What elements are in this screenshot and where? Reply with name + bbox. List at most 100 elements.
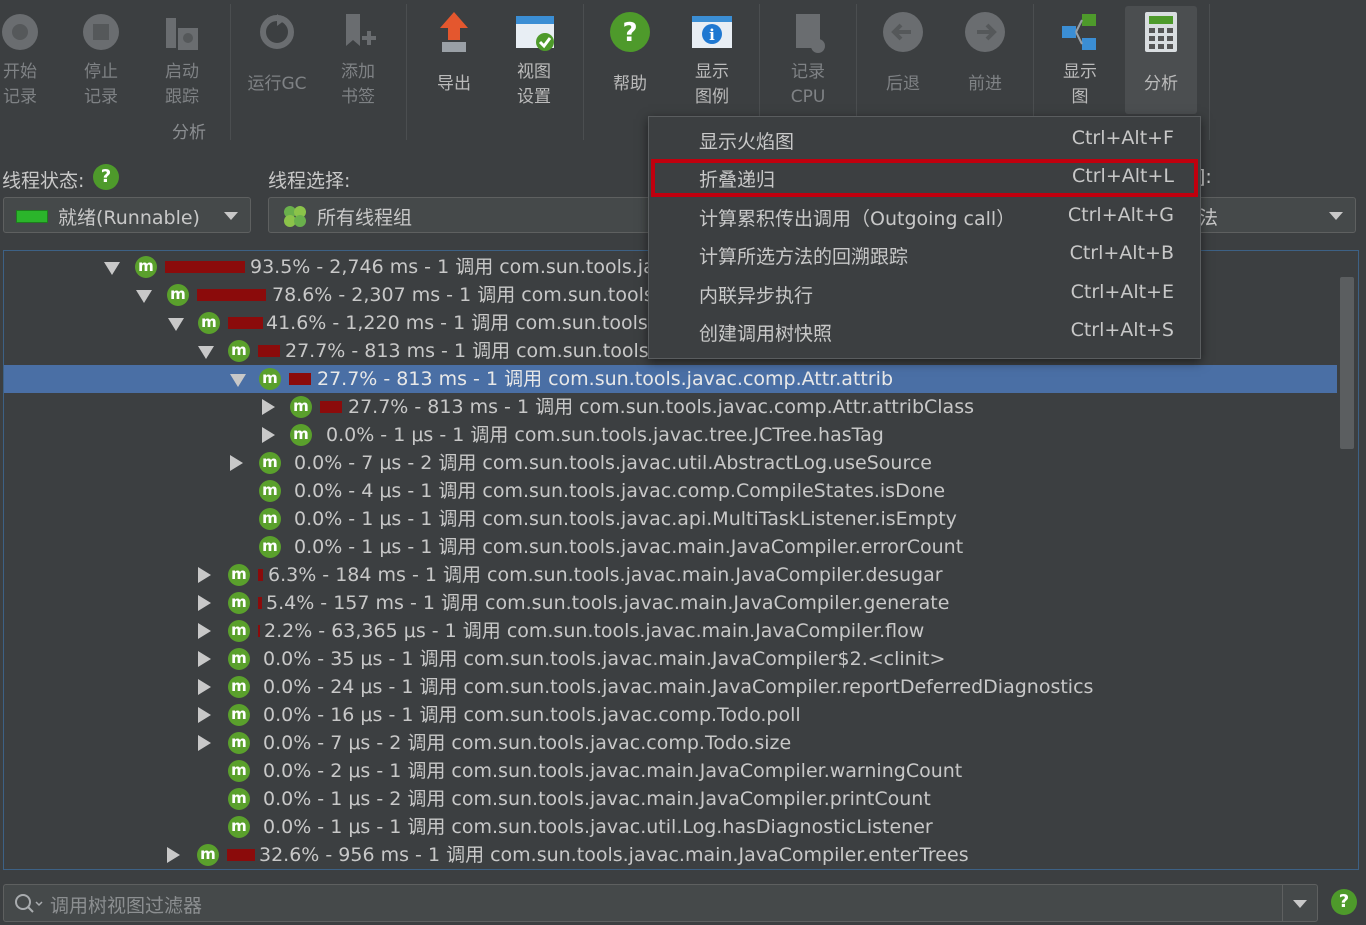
- collapse-arrow-icon[interactable]: [168, 318, 184, 331]
- menu-item-show-flame-graph[interactable]: 显示火焰图 Ctrl+Alt+F: [651, 121, 1198, 159]
- show-legend-button[interactable]: i 显示 图例: [686, 6, 738, 114]
- tree-row-label: 41.6% - 1,220 ms - 1 调用 com.sun.tools.j: [266, 312, 660, 334]
- thread-group-icon: [283, 205, 307, 227]
- time-percentage-bar: [258, 597, 262, 609]
- vertical-scrollbar[interactable]: [1340, 277, 1354, 449]
- method-icon: m: [228, 340, 250, 362]
- add-bookmark-button[interactable]: 添加 书签: [332, 6, 384, 114]
- thread-select-dropdown[interactable]: 所有线程组: [268, 197, 668, 233]
- tree-row[interactable]: m 27.7% - 813 ms - 1 调用 com.sun.tools.jav…: [4, 393, 1337, 421]
- record-stop-icon: [79, 10, 123, 54]
- menu-item-backtraces[interactable]: 计算所选方法的回溯跟踪 Ctrl+Alt+B: [651, 236, 1198, 274]
- tree-row[interactable]: m 0.0% - 2 μs - 1 调用 com.sun.tools.javac.…: [4, 757, 1337, 785]
- search-icon: [14, 893, 44, 915]
- help-icon[interactable]: ?: [1331, 889, 1357, 915]
- forward-button[interactable]: 前进: [958, 6, 1012, 114]
- tree-row[interactable]: m 0.0% - 16 μs - 1 调用 com.sun.tools.javac…: [4, 701, 1337, 729]
- analyze-button[interactable]: 分析: [1125, 6, 1197, 114]
- method-icon: m: [259, 508, 281, 530]
- method-icon: m: [197, 844, 219, 866]
- expand-arrow-icon[interactable]: [198, 567, 211, 583]
- time-percentage-bar: [320, 401, 342, 413]
- tree-row-label: 0.0% - 4 μs - 1 调用 com.sun.tools.javac.c…: [294, 480, 946, 502]
- tree-row[interactable]: m 0.0% - 1 μs - 1 调用 com.sun.tools.javac.…: [4, 421, 1337, 449]
- tree-row[interactable]: m 0.0% - 1 μs - 1 调用 com.sun.tools.javac.…: [4, 813, 1337, 841]
- time-percentage-bar: [227, 849, 255, 861]
- tree-row[interactable]: m 32.6% - 956 ms - 1 调用 com.sun.tools.jav…: [4, 841, 1337, 869]
- toolbar-separator: [230, 4, 231, 140]
- aggregation-select[interactable]: 法: [1190, 197, 1356, 233]
- collapse-arrow-icon[interactable]: [136, 290, 152, 303]
- expand-arrow-icon[interactable]: [262, 427, 275, 443]
- collapse-arrow-icon[interactable]: [230, 374, 246, 387]
- svg-text:?: ?: [622, 18, 637, 48]
- tree-row[interactable]: m 0.0% - 1 μs - 2 调用 com.sun.tools.javac.…: [4, 785, 1337, 813]
- tree-row[interactable]: m 27.7% - 813 ms - 1 调用 com.sun.tools.jav…: [4, 365, 1337, 393]
- export-icon: [432, 10, 476, 54]
- tree-row-label: 0.0% - 7 μs - 2 调用 com.sun.tools.javac.u…: [294, 452, 932, 474]
- help-icon: ?: [608, 10, 652, 54]
- tree-row[interactable]: m 0.0% - 24 μs - 1 调用 com.sun.tools.javac…: [4, 673, 1337, 701]
- time-percentage-bar: [228, 317, 263, 329]
- tree-row-label: 0.0% - 1 μs - 1 调用 com.sun.tools.javac.a…: [294, 508, 957, 530]
- expand-arrow-icon[interactable]: [198, 707, 211, 723]
- menu-item-collapse-recursion[interactable]: 折叠递归 Ctrl+Alt+L: [651, 159, 1198, 197]
- method-icon: m: [290, 396, 312, 418]
- start-tracking-button[interactable]: 启动 跟踪: [156, 6, 208, 114]
- analyze-menu: 显示火焰图 Ctrl+Alt+F 折叠递归 Ctrl+Alt+L 计算累积传出调…: [648, 116, 1201, 359]
- expand-arrow-icon[interactable]: [198, 623, 211, 639]
- time-percentage-bar: [258, 625, 260, 637]
- help-button[interactable]: ? 帮助: [604, 6, 656, 114]
- method-icon: m: [290, 424, 312, 446]
- time-percentage-bar: [258, 569, 263, 581]
- tree-row[interactable]: m 0.0% - 1 μs - 1 调用 com.sun.tools.javac.…: [4, 533, 1337, 561]
- call-tree-filter-input[interactable]: 调用树视图过滤器: [3, 884, 1318, 922]
- collapse-arrow-icon[interactable]: [104, 262, 120, 275]
- tree-row[interactable]: m 0.0% - 7 μs - 2 调用 com.sun.tools.javac.…: [4, 449, 1337, 477]
- expand-arrow-icon[interactable]: [167, 847, 180, 863]
- tree-row-label: 0.0% - 16 μs - 1 调用 com.sun.tools.javac.…: [263, 704, 801, 726]
- back-icon: [881, 10, 925, 54]
- menu-item-inline-async[interactable]: 内联异步执行 Ctrl+Alt+E: [651, 275, 1198, 313]
- tree-row[interactable]: m 0.0% - 4 μs - 1 调用 com.sun.tools.javac.…: [4, 477, 1337, 505]
- collapse-arrow-icon[interactable]: [198, 346, 214, 359]
- menu-item-create-snapshot[interactable]: 创建调用树快照 Ctrl+Alt+S: [651, 313, 1198, 351]
- expand-arrow-icon[interactable]: [198, 679, 211, 695]
- tree-row[interactable]: m 2.2% - 63,365 μs - 1 调用 com.sun.tools.j…: [4, 617, 1337, 645]
- stop-recording-button[interactable]: 停止 记录: [75, 6, 127, 114]
- tree-row-label: 6.3% - 184 ms - 1 调用 com.sun.tools.javac…: [268, 564, 943, 586]
- record-cpu-button[interactable]: 记录 CPU: [782, 6, 834, 114]
- svg-text:i: i: [709, 26, 715, 44]
- tree-row-label: 0.0% - 24 μs - 1 调用 com.sun.tools.javac.…: [263, 676, 1094, 698]
- method-icon: m: [228, 592, 250, 614]
- view-settings-button[interactable]: 视图 设置: [508, 6, 560, 114]
- run-gc-button[interactable]: 运行GC: [244, 6, 310, 114]
- thread-state-select[interactable]: 就绪(Runnable): [3, 197, 251, 233]
- back-button[interactable]: 后退: [876, 6, 930, 114]
- help-icon[interactable]: ?: [93, 164, 119, 190]
- tree-row[interactable]: m 0.0% - 1 μs - 1 调用 com.sun.tools.javac.…: [4, 505, 1337, 533]
- method-icon: m: [228, 816, 250, 838]
- thread-select-label: 线程选择:: [268, 170, 351, 192]
- start-recording-button[interactable]: 开始 记录: [0, 6, 40, 114]
- method-icon: m: [228, 732, 250, 754]
- expand-arrow-icon[interactable]: [198, 595, 211, 611]
- expand-arrow-icon[interactable]: [262, 399, 275, 415]
- chevron-down-icon[interactable]: [1293, 900, 1307, 908]
- expand-arrow-icon[interactable]: [230, 455, 243, 471]
- chevron-down-icon: [224, 212, 238, 220]
- divider: [1282, 885, 1283, 921]
- tracking-icon: [160, 10, 204, 54]
- menu-item-cumulative-outgoing-calls[interactable]: 计算累积传出调用（Outgoing call） Ctrl+Alt+G: [651, 198, 1198, 236]
- tree-row[interactable]: m 5.4% - 157 ms - 1 调用 com.sun.tools.java…: [4, 589, 1337, 617]
- bookmark-icon: [336, 10, 380, 54]
- show-graph-button[interactable]: 显示 图: [1054, 6, 1106, 114]
- export-button[interactable]: 导出: [428, 6, 480, 114]
- gc-icon: [255, 10, 299, 54]
- tree-row[interactable]: m 0.0% - 7 μs - 2 调用 com.sun.tools.javac.…: [4, 729, 1337, 757]
- tree-row[interactable]: m 0.0% - 35 μs - 1 调用 com.sun.tools.javac…: [4, 645, 1337, 673]
- expand-arrow-icon[interactable]: [198, 651, 211, 667]
- expand-arrow-icon[interactable]: [198, 735, 211, 751]
- toolbar-separator: [1209, 4, 1210, 140]
- tree-row[interactable]: m 6.3% - 184 ms - 1 调用 com.sun.tools.java…: [4, 561, 1337, 589]
